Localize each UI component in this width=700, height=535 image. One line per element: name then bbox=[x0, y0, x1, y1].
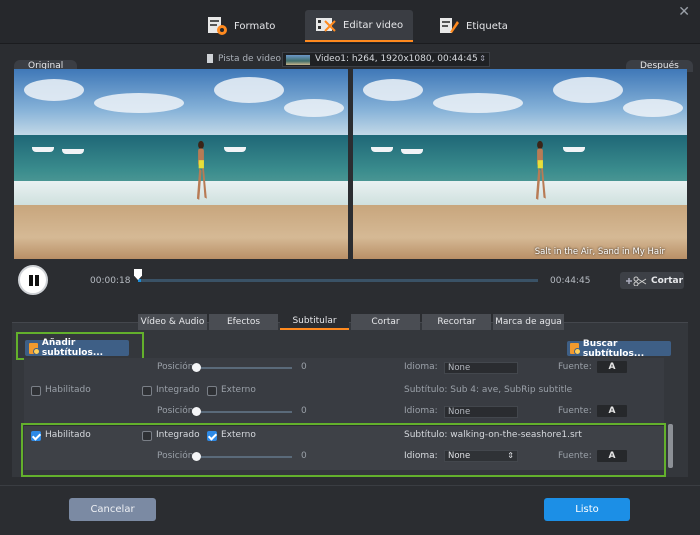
position-label: Posición: bbox=[157, 362, 197, 372]
position-slider[interactable] bbox=[196, 411, 292, 413]
find-subtitle-icon bbox=[570, 343, 581, 355]
edit-subtabs: Vídeo & Audio Efectos Subtitular Cortar … bbox=[138, 314, 564, 330]
edit-video-icon bbox=[315, 15, 337, 35]
integrated-label: Integrado bbox=[156, 385, 200, 395]
position-slider-handle[interactable] bbox=[192, 407, 201, 416]
find-subtitles-label: Buscar subtítulos... bbox=[582, 338, 645, 359]
subtitle-overlay-text: Salt in the Air, Sand in My Hair bbox=[534, 247, 665, 257]
tab-label: Formato bbox=[234, 20, 276, 32]
position-label: Posición: bbox=[157, 406, 197, 416]
font-button[interactable]: A bbox=[597, 405, 627, 417]
tab-edit-video[interactable]: Editar video bbox=[305, 10, 414, 42]
font-label: Fuente: bbox=[558, 406, 592, 416]
scrollbar[interactable] bbox=[668, 424, 673, 468]
video-track-row: Pista de video: Video1: h264, 1920x1080,… bbox=[0, 52, 700, 68]
external-label: Externo bbox=[221, 385, 256, 395]
subtab-video-audio[interactable]: Vídeo & Audio bbox=[138, 314, 207, 330]
highlight-add-subtitles bbox=[16, 332, 144, 360]
language-select[interactable]: None bbox=[444, 406, 518, 418]
list-item: Posición: 0 Idioma: None Fuente: A bbox=[24, 358, 664, 382]
top-tab-bar: Formato Editar video Etiqueta ✕ bbox=[0, 0, 700, 44]
position-slider-handle[interactable] bbox=[192, 363, 201, 372]
total-time: 00:44:45 bbox=[550, 276, 591, 286]
video-thumbnail bbox=[286, 55, 310, 65]
list-item: Habilitado Integrado Externo Subtítulo: … bbox=[24, 380, 664, 426]
position-value: 0 bbox=[301, 362, 307, 372]
integrated-checkbox[interactable] bbox=[142, 386, 152, 396]
subtab-effects[interactable]: Efectos bbox=[209, 314, 278, 330]
scissors-icon bbox=[626, 276, 647, 286]
tab-label: Editar video bbox=[343, 19, 404, 31]
phone-icon bbox=[207, 54, 213, 63]
language-value: None bbox=[448, 407, 471, 417]
subtitle-name: Subtítulo: Sub 4: ave, SubRip subtitle bbox=[404, 385, 573, 395]
woman-figure bbox=[535, 140, 546, 200]
cancel-button[interactable]: Cancelar bbox=[69, 498, 156, 521]
progress-track[interactable] bbox=[138, 279, 538, 282]
format-icon bbox=[206, 16, 228, 36]
enabled-label: Habilitado bbox=[45, 385, 91, 395]
ok-button[interactable]: Listo bbox=[544, 498, 630, 521]
cut-button[interactable]: Cortar bbox=[620, 272, 684, 289]
after-preview: Salt in the Air, Sand in My Hair bbox=[353, 69, 687, 259]
woman-figure bbox=[196, 140, 207, 200]
tab-format[interactable]: Formato bbox=[196, 10, 285, 42]
current-time: 00:00:18 bbox=[90, 276, 131, 286]
video-track-value: Video1: h264, 1920x1080, 00:44:45 bbox=[315, 54, 478, 64]
find-subtitles-button[interactable]: Buscar subtítulos... bbox=[567, 338, 671, 359]
video-track-label: Pista de video: bbox=[218, 54, 285, 64]
updown-arrows-icon: ⇕ bbox=[479, 54, 486, 63]
original-preview bbox=[14, 69, 348, 259]
tab-label: Etiqueta bbox=[466, 20, 508, 32]
external-checkbox[interactable] bbox=[207, 386, 217, 396]
language-value: None bbox=[448, 363, 471, 373]
font-button[interactable]: A bbox=[597, 361, 627, 373]
language-label: Idioma: bbox=[404, 362, 438, 372]
subtab-subtitle[interactable]: Subtitular bbox=[280, 314, 349, 330]
pause-button[interactable] bbox=[18, 265, 48, 295]
video-track-select[interactable]: Video1: h264, 1920x1080, 00:44:45 ⇕ bbox=[282, 52, 490, 67]
subtab-cut[interactable]: Cortar bbox=[351, 314, 420, 330]
language-select[interactable]: None bbox=[444, 362, 518, 374]
enabled-checkbox[interactable] bbox=[31, 386, 41, 396]
highlight-selected-subtitle bbox=[21, 423, 666, 477]
cut-label: Cortar bbox=[651, 275, 684, 286]
font-label: Fuente: bbox=[558, 362, 592, 372]
subtab-watermark[interactable]: Marca de agua bbox=[493, 314, 564, 330]
tag-icon bbox=[438, 16, 460, 36]
close-icon[interactable]: ✕ bbox=[678, 4, 690, 20]
position-slider[interactable] bbox=[196, 367, 292, 369]
language-label: Idioma: bbox=[404, 406, 438, 416]
subtab-crop[interactable]: Recortar bbox=[422, 314, 491, 330]
position-value: 0 bbox=[301, 406, 307, 416]
tab-tag[interactable]: Etiqueta bbox=[428, 10, 518, 42]
